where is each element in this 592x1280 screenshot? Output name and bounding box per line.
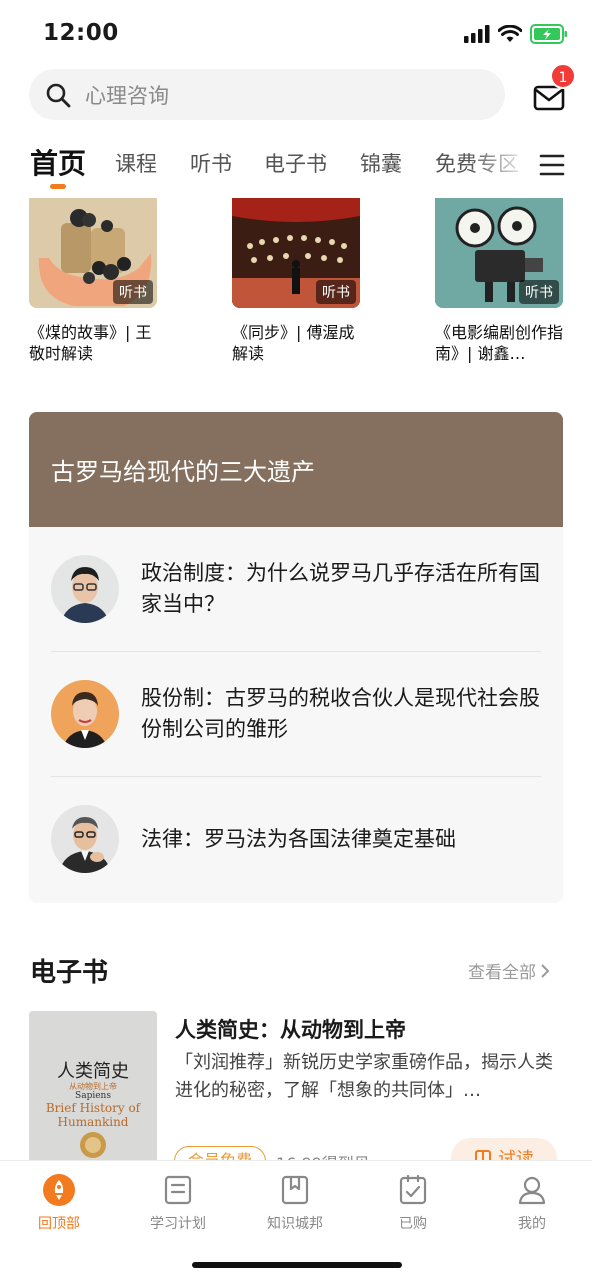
status-time: 12:00 [43,20,119,46]
nav-profile[interactable]: 我的 [482,1173,582,1233]
battery-icon [530,24,567,44]
audiobook-tag: 听书 [316,280,356,304]
search-icon [46,83,71,107]
tab-tips[interactable]: 锦囊 [360,148,402,178]
topic-row[interactable]: 政治制度：为什么说罗马几乎存活在所有国家当中？ [51,527,541,652]
tab-audiobooks[interactable]: 听书 [190,148,232,178]
ebook-cover-en-line: Humankind [57,1115,129,1129]
see-all-label: 查看全部 [468,963,536,983]
search-placeholder: 心理咨询 [85,83,169,108]
topic-row-text: 政治制度：为什么说罗马几乎存活在所有国家当中？ [141,561,540,616]
topic-row[interactable]: 法律：罗马法为各国法律奠定基础 [51,777,541,902]
audiobook-cover: 听书 [435,198,563,308]
tab-courses[interactable]: 课程 [115,148,157,178]
home-indicator [192,1262,402,1268]
nav-label: 学习计划 [150,1216,206,1232]
document-icon [164,1175,192,1205]
section-title: 电子书 [30,958,109,988]
topic-card: 古罗马给现代的三大遗产 政治制度：为什么说罗马几乎存活在所有国家当中？ 股份制：… [29,412,563,903]
signal-icon [464,25,490,43]
audiobook-tag: 听书 [113,280,153,304]
user-icon [518,1176,546,1205]
topic-card-title[interactable]: 古罗马给现代的三大遗产 [29,412,563,527]
topic-row-text: 股份制：古罗马的税收合伙人是现代社会股份制公司的雏形 [141,686,540,741]
ebook-cover[interactable]: 人类简史 从动物到上帝 Sapiens Brief History of Hum… [29,1011,157,1171]
audiobook-title: 《电影编剧创作指南》| 谢鑫… [435,323,564,363]
checklist-icon [399,1175,427,1205]
status-icons [464,24,568,44]
avatar [51,805,119,873]
nav-knowledge-city[interactable]: 知识城邦 [245,1173,345,1233]
rocket-icon [43,1174,75,1206]
audiobook-item[interactable]: 听书 《同步》| 傅渥成解读 [232,198,362,364]
tab-home[interactable]: 首页 [30,142,86,182]
active-tab-indicator [50,184,66,189]
nav-label: 我的 [518,1216,546,1232]
nav-back-to-top[interactable]: 回顶部 [9,1173,109,1233]
category-tabs: 首页 课程 听书 电子书 锦囊 免费专区 [0,140,592,196]
audiobook-list: 听书 《煤的故事》| 王敬时解读 听书 《同步》| 傅渥成解读 听书 《电影编剧… [0,198,592,378]
avatar [51,555,119,623]
ebook-cover-en-line: Brief History of [45,1101,141,1115]
see-all-link[interactable]: 查看全部 [468,958,550,983]
search-input[interactable]: 心理咨询 [29,69,505,120]
notification-badge: 1 [550,63,576,89]
audiobook-item[interactable]: 听书 《煤的故事》| 王敬时解读 [29,198,159,364]
audiobook-item[interactable]: 听书 《电影编剧创作指南》| 谢鑫… [435,198,565,364]
audiobook-title: 《同步》| 傅渥成解读 [232,323,355,363]
chevron-right-icon [541,963,550,978]
nav-label: 已购 [399,1216,427,1232]
tab-fade [470,140,530,190]
nav-label: 回顶部 [38,1216,80,1232]
ebook-cover-en-title: Sapiens [75,1091,111,1101]
ebook-title[interactable]: 人类简史：从动物到上帝 [175,1014,406,1044]
menu-icon[interactable] [539,154,565,176]
audiobook-title: 《煤的故事》| 王敬时解读 [29,323,152,363]
audiobook-cover: 听书 [232,198,360,308]
ebook-cover-title: 人类简史 [57,1061,129,1082]
ebook-cover-emblem [80,1132,106,1158]
audiobook-tag: 听书 [519,280,559,304]
nav-label: 知识城邦 [267,1216,323,1232]
topic-row-text: 法律：罗马法为各国法律奠定基础 [141,827,456,851]
avatar [51,680,119,748]
ebook-description: 「刘润推荐」新锐历史学家重磅作品，揭示人类进化的秘密，了解「想象的共同体」… [175,1052,553,1101]
tab-ebooks[interactable]: 电子书 [264,148,327,178]
audiobook-cover: 听书 [29,198,157,308]
status-bar: 12:00 [0,0,592,70]
bookmark-book-icon [281,1175,309,1205]
wifi-icon [498,25,522,42]
topic-row[interactable]: 股份制：古罗马的税收合伙人是现代社会股份制公司的雏形 [51,652,541,777]
nav-study-plan[interactable]: 学习计划 [128,1173,228,1233]
nav-purchased[interactable]: 已购 [363,1173,463,1233]
